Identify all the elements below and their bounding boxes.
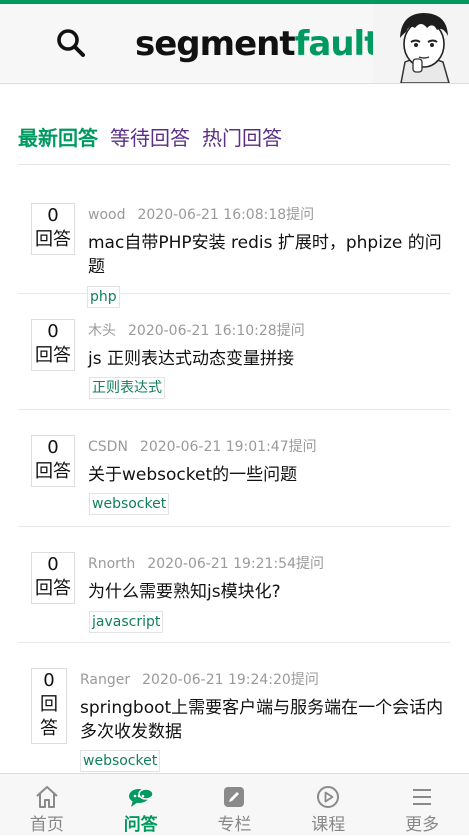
author-name[interactable]: Rnorth [88, 556, 135, 572]
tab-hot-answers[interactable]: 热门回答 [202, 122, 282, 154]
nav-course-label: 课程 [311, 815, 346, 835]
question-item[interactable]: 0 回答 CSDN 2020-06-21 19:01:47提问 关于websock… [18, 410, 450, 527]
question-meta: CSDN 2020-06-21 19:01:47提问 [88, 436, 317, 456]
play-icon [317, 786, 340, 808]
answer-count-label: 回答 [35, 578, 71, 599]
question-meta: Rnorth 2020-06-21 19:21:54提问 [88, 553, 324, 573]
question-title[interactable]: mac自带PHP安装 redis 扩展时，phpize 的问题 [88, 231, 450, 279]
nav-column-label: 专栏 [217, 815, 252, 835]
author-name[interactable]: CSDN [88, 439, 128, 455]
question-tag[interactable]: websocket [89, 493, 170, 515]
question-meta: wood 2020-06-21 16:08:18提问 [88, 204, 314, 224]
tab-divider [18, 164, 450, 165]
question-time: 2020-06-21 16:10:28提问 [128, 323, 305, 339]
question-tag[interactable]: 正则表达式 [89, 377, 165, 399]
edit-icon [224, 787, 245, 807]
answer-count-label: 回答 [35, 461, 71, 482]
logo-text-fault: fault [294, 24, 381, 64]
bottom-nav: 首页 问答 专栏 课程 更多 [0, 773, 469, 835]
answer-count: 0 [47, 321, 59, 342]
answer-count: 0 [47, 554, 59, 575]
answer-count-box: 0 回答 [31, 435, 75, 487]
answer-count-label: 回答 [35, 345, 71, 366]
chat-icon [128, 788, 154, 807]
tab-latest-answers[interactable]: 最新回答 [18, 122, 98, 154]
search-icon[interactable] [54, 26, 88, 60]
question-tag[interactable]: websocket [80, 750, 161, 772]
question-time: 2020-06-21 19:24:20提问 [142, 672, 319, 688]
nav-qa-label: 问答 [123, 815, 158, 835]
nav-more-label: 更多 [405, 815, 440, 835]
answer-count: 0 [47, 205, 59, 226]
tab-awaiting-answers[interactable]: 等待回答 [110, 122, 190, 154]
question-tag[interactable]: javascript [89, 611, 164, 633]
question-title[interactable]: js 正则表达式动态变量拼接 [88, 347, 450, 371]
question-time: 2020-06-21 16:08:18提问 [137, 207, 315, 223]
nav-qa[interactable]: 问答 [94, 774, 188, 835]
answer-count: 0 [43, 670, 55, 691]
author-name[interactable]: 木头 [88, 323, 116, 339]
question-item[interactable]: 0 回答 wood 2020-06-21 16:08:18提问 mac自带PHP安… [18, 185, 450, 308]
menu-icon [413, 789, 432, 805]
avatar[interactable] [373, 4, 469, 83]
home-icon [36, 786, 58, 808]
logo-text-segment: segment [135, 24, 296, 64]
author-name[interactable]: Ranger [80, 672, 130, 688]
author-name[interactable]: wood [88, 207, 125, 223]
question-tabs: 最新回答 等待回答 热门回答 [18, 122, 282, 154]
site-logo[interactable]: segmentfault [135, 22, 381, 66]
answer-count-label: 回答 [40, 694, 58, 739]
answer-count: 0 [47, 437, 59, 458]
question-item[interactable]: 0 回答 木头 2020-06-21 16:10:28提问 js 正则表达式动态变… [18, 294, 450, 410]
question-time: 2020-06-21 19:21:54提问 [147, 556, 324, 572]
answer-count-label: 回答 [35, 229, 71, 250]
nav-home-label: 首页 [29, 815, 64, 835]
nav-more[interactable]: 更多 [375, 774, 469, 835]
question-title[interactable]: 为什么需要熟知js模块化? [88, 580, 450, 604]
nav-course[interactable]: 课程 [281, 774, 375, 835]
answer-count-box: 0 回答 [31, 203, 75, 255]
question-item[interactable]: 0 回答 Ranger 2020-06-21 19:24:20提问 springb… [18, 643, 450, 773]
nav-home[interactable]: 首页 [0, 774, 94, 835]
question-title[interactable]: springboot上需要客户端与服务端在一个会话内多次收发数据 [80, 696, 446, 744]
question-meta: 木头 2020-06-21 16:10:28提问 [88, 320, 305, 340]
question-title[interactable]: 关于websocket的一些问题 [88, 463, 450, 487]
question-meta: Ranger 2020-06-21 19:24:20提问 [80, 669, 319, 689]
question-item[interactable]: 0 回答 Rnorth 2020-06-21 19:21:54提问 为什么需要熟知… [18, 527, 450, 643]
nav-column[interactable]: 专栏 [188, 774, 282, 835]
answer-count-box: 0 回答 [31, 319, 75, 371]
answer-count-box: 0 回答 [31, 668, 67, 744]
answer-count-box: 0 回答 [31, 552, 75, 604]
question-time: 2020-06-21 19:01:47提问 [139, 439, 317, 455]
